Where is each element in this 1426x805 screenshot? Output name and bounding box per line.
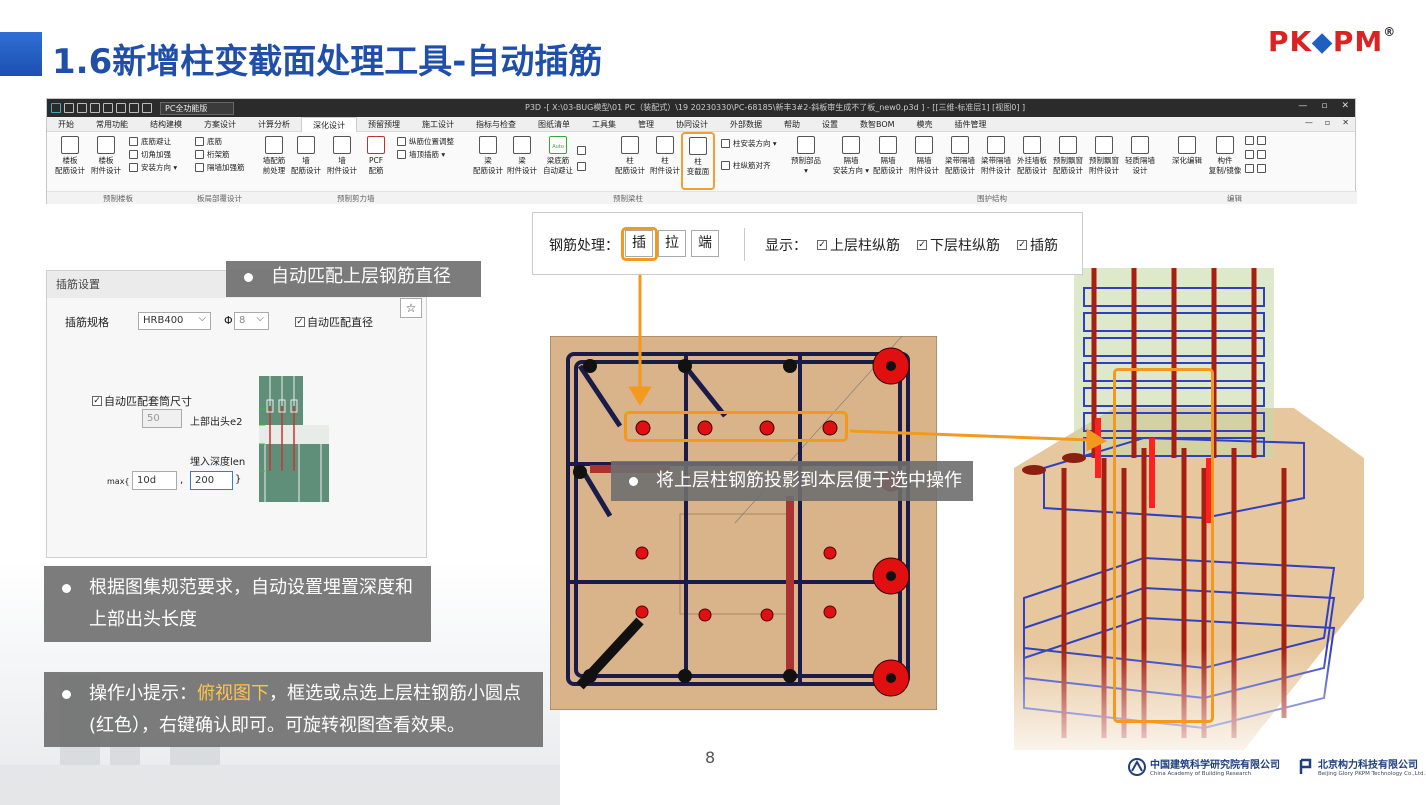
pkpm-emblem-icon <box>1299 758 1312 774</box>
checkbox-checked-icon: ✓ <box>817 240 827 250</box>
footer-logos: 中国建筑科学研究院有限公司 China Academy of Building R… <box>1128 756 1425 777</box>
display-label: 显示： <box>765 238 807 254</box>
page-number: 8 <box>705 748 716 767</box>
slide: 1.6新增柱变截面处理工具-自动插筋 PK⬥PM® PC全功能版 P3D -[ … <box>0 0 1426 805</box>
toolbar-divider <box>744 228 745 261</box>
checkbox-checked-icon: ✓ <box>1017 240 1027 250</box>
end-button[interactable]: 端 <box>691 230 719 257</box>
cabr-emblem-icon <box>1128 757 1146 776</box>
rebar-process-toolbar: 钢筋处理： 插 拉 端 显示： ✓ 上层柱纵筋 ✓ 下层柱纵筋 ✓ 插筋 <box>532 212 1083 275</box>
bullet-icon <box>629 476 638 486</box>
show-dowel-checkbox[interactable]: ✓ 插筋 <box>1017 235 1058 255</box>
process-label: 钢筋处理： <box>549 238 619 254</box>
annotation-arrows <box>628 262 1108 452</box>
cabr-logo: 中国建筑科学研究院有限公司 China Academy of Building R… <box>1128 756 1280 777</box>
checkbox-checked-icon: ✓ <box>917 240 927 250</box>
pull-button[interactable]: 拉 <box>658 230 686 257</box>
callout-projection: 将上层柱钢筋投影到本层便于选中操作 <box>611 461 973 501</box>
show-lower-rebar-checkbox[interactable]: ✓ 下层柱纵筋 <box>917 235 1000 255</box>
pkpm-company-logo: 北京构力科技有限公司 Beijing Glory PKPM Technology … <box>1298 756 1425 777</box>
show-upper-rebar-checkbox[interactable]: ✓ 上层柱纵筋 <box>817 235 900 255</box>
insert-button-highlight <box>621 227 658 261</box>
